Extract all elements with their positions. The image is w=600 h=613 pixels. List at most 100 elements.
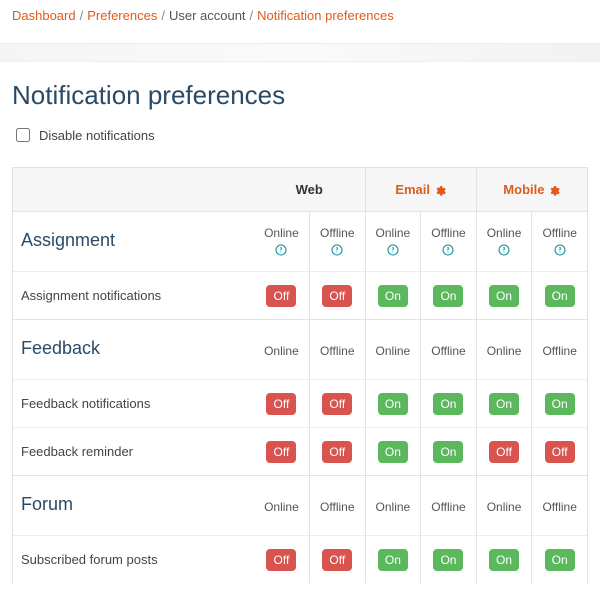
toggle-button[interactable]: On [433, 549, 463, 571]
toggle-button[interactable]: Off [322, 549, 352, 571]
toggle-button[interactable]: Off [266, 441, 296, 463]
toggle-cell: On [532, 272, 588, 320]
toggle-cell: Off [476, 428, 532, 476]
disable-notifications-checkbox[interactable] [16, 128, 30, 142]
breadcrumb: Dashboard/Preferences/User account/Notif… [0, 0, 600, 44]
section-title: Feedback [13, 320, 254, 380]
toggle-button[interactable]: On [545, 285, 575, 307]
channel-header-email: Email [365, 168, 476, 212]
toggle-button[interactable]: Off [322, 441, 352, 463]
toggle-button[interactable]: Off [266, 285, 296, 307]
toggle-button[interactable]: On [545, 549, 575, 571]
toggle-button[interactable]: Off [322, 393, 352, 415]
toggle-cell: On [365, 272, 421, 320]
breadcrumb-item[interactable]: Dashboard [12, 8, 76, 23]
channel-label: Mobile [503, 182, 544, 197]
subheader-online: Online [254, 476, 310, 536]
toggle-button[interactable]: On [433, 441, 463, 463]
toggle-cell: On [476, 272, 532, 320]
preferences-table: WebEmailMobile AssignmentOnlineOfflineOn… [12, 167, 588, 583]
subheader-online: Online [365, 476, 421, 536]
toggle-cell: Off [309, 380, 365, 428]
subheader-online: Online [476, 212, 532, 272]
subheader-label: Online [487, 500, 522, 514]
subheader-label: Offline [542, 500, 576, 514]
toggle-cell: On [421, 380, 477, 428]
subheader-online: Online [365, 212, 421, 272]
header-corner [13, 168, 254, 212]
breadcrumb-item[interactable]: Notification preferences [257, 8, 394, 23]
toggle-button[interactable]: Off [266, 549, 296, 571]
help-icon[interactable] [532, 244, 587, 259]
subheader-offline: Offline [309, 476, 365, 536]
disable-notifications-row[interactable]: Disable notifications [12, 125, 588, 145]
toggle-button[interactable]: Off [322, 285, 352, 307]
subheader-label: Offline [542, 226, 576, 240]
toggle-cell: On [365, 536, 421, 584]
toggle-cell: On [532, 380, 588, 428]
subheader-label: Online [376, 344, 411, 358]
toggle-cell: On [421, 428, 477, 476]
subheader-offline: Offline [421, 212, 477, 272]
help-icon[interactable] [310, 244, 365, 259]
channel-header-web: Web [254, 168, 365, 212]
subheader-label: Offline [320, 500, 354, 514]
channel-label: Email [395, 182, 430, 197]
gear-icon[interactable] [434, 182, 446, 197]
toggle-cell: On [365, 380, 421, 428]
subheader-offline: Offline [532, 476, 588, 536]
item-name: Feedback reminder [13, 428, 254, 476]
subheader-offline: Offline [309, 212, 365, 272]
subheader-label: Online [487, 226, 522, 240]
header-band [0, 44, 600, 62]
toggle-button[interactable]: On [378, 285, 408, 307]
toggle-button[interactable]: On [433, 285, 463, 307]
toggle-cell: On [365, 428, 421, 476]
toggle-button[interactable]: Off [266, 393, 296, 415]
toggle-button[interactable]: On [489, 393, 519, 415]
subheader-offline: Offline [532, 320, 588, 380]
channel-header-row: Web Email Mobile [13, 168, 588, 212]
toggle-button[interactable]: On [378, 441, 408, 463]
subheader-label: Online [487, 344, 522, 358]
item-name: Assignment notifications [13, 272, 254, 320]
toggle-cell: On [421, 272, 477, 320]
toggle-cell: Off [254, 380, 310, 428]
gear-icon[interactable] [548, 182, 560, 197]
channel-label: Web [296, 182, 323, 197]
subheader-label: Offline [320, 226, 354, 240]
toggle-button[interactable]: Off [545, 441, 575, 463]
subheader-label: Offline [542, 344, 576, 358]
toggle-cell: Off [309, 536, 365, 584]
toggle-cell: Off [254, 536, 310, 584]
toggle-button[interactable]: Off [489, 441, 519, 463]
breadcrumb-separator: / [76, 8, 88, 23]
toggle-button[interactable]: On [489, 549, 519, 571]
breadcrumb-separator: / [246, 8, 258, 23]
subheader-online: Online [476, 320, 532, 380]
toggle-cell: Off [254, 272, 310, 320]
toggle-button[interactable]: On [489, 285, 519, 307]
toggle-cell: On [421, 536, 477, 584]
subheader-online: Online [254, 320, 310, 380]
toggle-button[interactable]: On [378, 393, 408, 415]
toggle-cell: Off [309, 272, 365, 320]
help-icon[interactable] [477, 244, 532, 259]
help-icon[interactable] [366, 244, 421, 259]
toggle-button[interactable]: On [378, 549, 408, 571]
subheader-label: Online [264, 226, 299, 240]
disable-notifications-label: Disable notifications [39, 128, 155, 143]
item-name: Feedback notifications [13, 380, 254, 428]
breadcrumb-item[interactable]: Preferences [87, 8, 157, 23]
subheader-label: Offline [431, 344, 465, 358]
subheader-online: Online [476, 476, 532, 536]
item-name: Subscribed forum posts [13, 536, 254, 584]
toggle-button[interactable]: On [433, 393, 463, 415]
subheader-offline: Offline [309, 320, 365, 380]
help-icon[interactable] [254, 244, 309, 259]
help-icon[interactable] [421, 244, 476, 259]
subheader-label: Online [376, 500, 411, 514]
section-title: Assignment [13, 212, 254, 272]
subheader-offline: Offline [421, 476, 477, 536]
toggle-button[interactable]: On [545, 393, 575, 415]
